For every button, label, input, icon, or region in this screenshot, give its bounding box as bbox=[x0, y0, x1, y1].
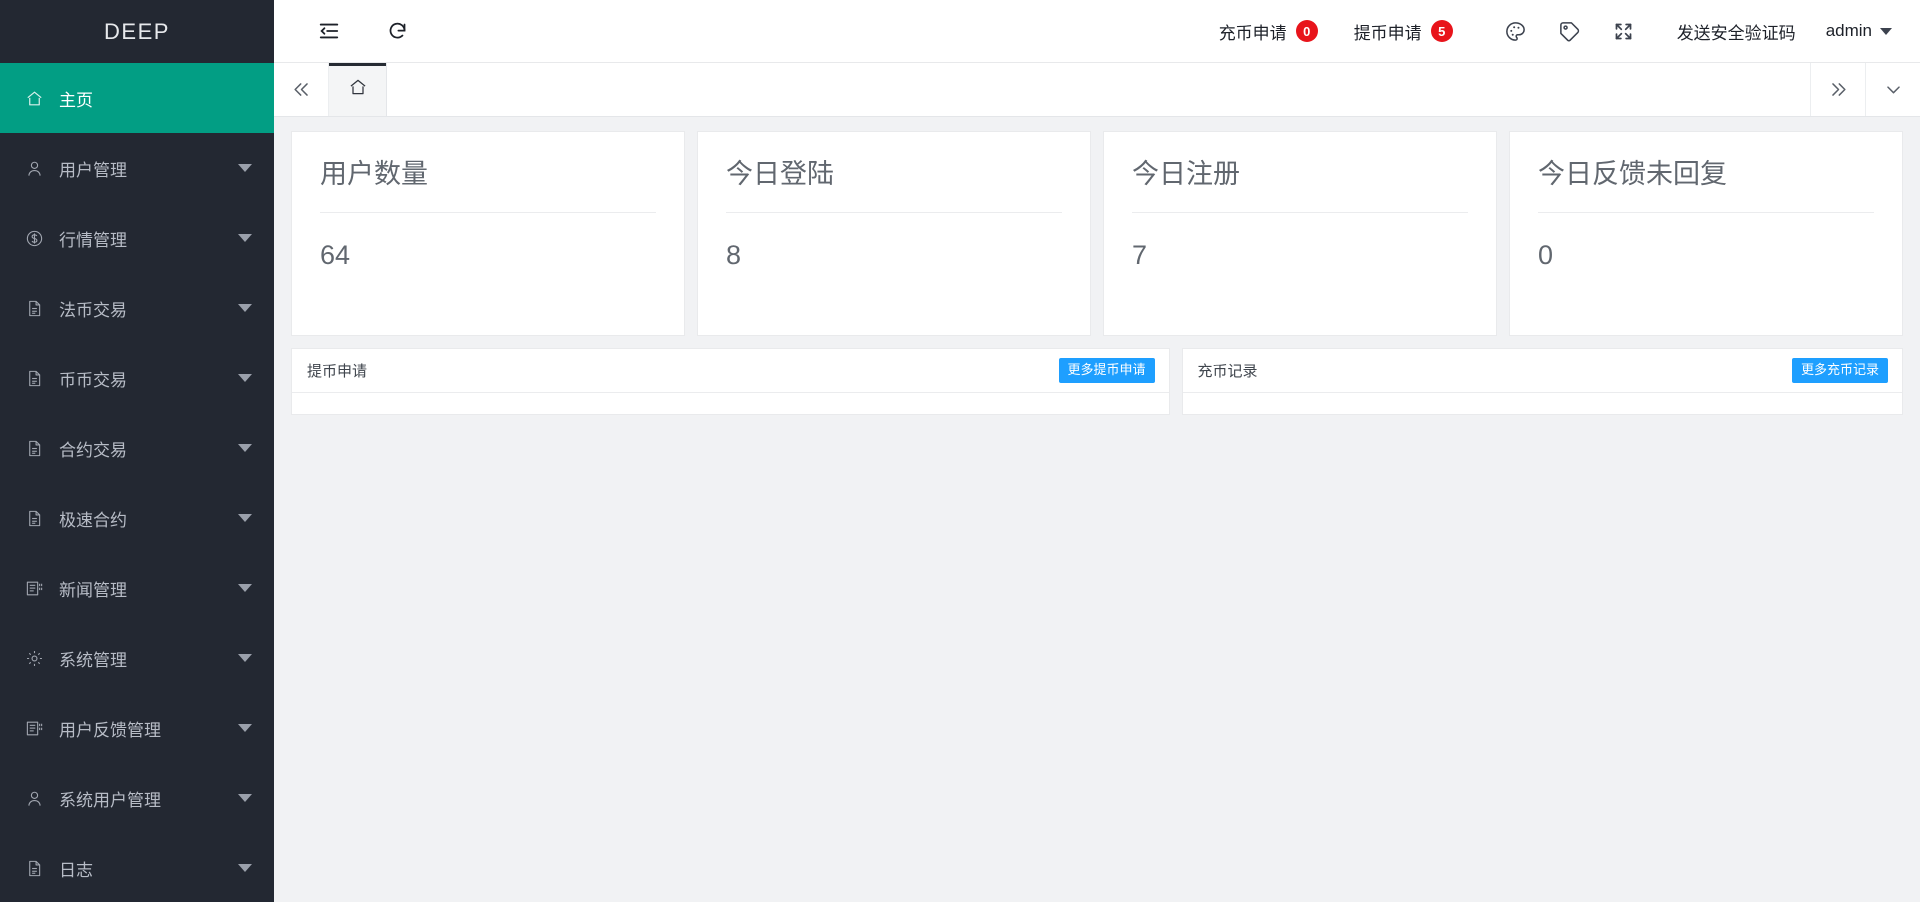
send-security-code-button[interactable]: 发送安全验证码 bbox=[1677, 19, 1796, 44]
sidebar-item-4[interactable]: 币币交易 bbox=[0, 343, 274, 413]
tab-bar bbox=[274, 63, 1920, 117]
chevron-down-icon bbox=[238, 794, 252, 802]
tag-icon[interactable] bbox=[1543, 8, 1597, 54]
sidebar-item-label: 新闻管理 bbox=[59, 580, 127, 600]
sidebar-item-label: 法币交易 bbox=[59, 300, 127, 320]
user-menu[interactable]: admin bbox=[1826, 21, 1898, 41]
tab-more-chevron-down-icon[interactable] bbox=[1865, 63, 1920, 116]
chevron-down-icon bbox=[238, 514, 252, 522]
sidebar: DEEP 主页用户管理行情管理法币交易币币交易合约交易极速合约新闻管理系统管理用… bbox=[0, 0, 274, 902]
withdraw-request-label: 提币申请 bbox=[1353, 23, 1422, 43]
document-icon bbox=[25, 299, 51, 318]
sidebar-item-7[interactable]: 新闻管理 bbox=[0, 553, 274, 623]
user-icon bbox=[25, 159, 51, 178]
fullscreen-icon[interactable] bbox=[1597, 8, 1651, 54]
stat-card-value: 7 bbox=[1132, 240, 1148, 271]
sidebar-item-label: 币币交易 bbox=[59, 370, 127, 390]
withdraw-panel-title: 提币申请 bbox=[307, 363, 368, 380]
more-deposit-records-button[interactable]: 更多充币记录 bbox=[1791, 358, 1888, 383]
gear-icon bbox=[25, 649, 51, 668]
document-icon bbox=[25, 859, 51, 878]
sidebar-item-1[interactable]: 用户管理 bbox=[0, 133, 274, 203]
stat-card-1: 今日登陆 8 bbox=[697, 131, 1091, 336]
deposit-request-link[interactable]: 充币申请 0 bbox=[1219, 19, 1318, 44]
sidebar-item-10[interactable]: 系统用户管理 bbox=[0, 763, 274, 833]
sidebar-item-label: 合约交易 bbox=[59, 440, 127, 460]
chevron-down-icon bbox=[238, 584, 252, 592]
sidebar-item-3[interactable]: 法币交易 bbox=[0, 273, 274, 343]
brand-name: DEEP bbox=[104, 18, 170, 44]
stat-card-title: 今日登陆 bbox=[726, 158, 1062, 214]
stat-card-value: 64 bbox=[320, 240, 351, 271]
withdraw-request-badge: 5 bbox=[1430, 20, 1453, 42]
stat-card-2: 今日注册 7 bbox=[1103, 131, 1497, 336]
stat-cards-row: 用户数量 64 今日登陆 8 今日注册 7 今日反馈未回复 0 bbox=[291, 131, 1903, 336]
chevron-down-icon bbox=[238, 444, 252, 452]
brand-logo[interactable]: DEEP bbox=[0, 0, 274, 63]
sidebar-item-9[interactable]: 用户反馈管理 bbox=[0, 693, 274, 763]
sidebar-item-label: 系统管理 bbox=[59, 650, 127, 670]
withdraw-request-panel: 提币申请 更多提币申请 bbox=[291, 348, 1170, 415]
app-root: DEEP 主页 用户管理 行情管理 法币交易 币币交易 合约交易 极速合约 新闻管理 系统管理用… bbox=[0, 0, 1920, 902]
stat-card-title: 用户数量 bbox=[320, 158, 656, 214]
stat-card-title: 今日注册 bbox=[1132, 158, 1468, 214]
sidebar-item-label: 行情管理 bbox=[59, 230, 127, 250]
dollar-icon bbox=[25, 229, 51, 248]
deposit-record-panel: 充币记录 更多充币记录 bbox=[1181, 348, 1903, 415]
sidebar-item-6[interactable]: 极速合约 bbox=[0, 483, 274, 553]
tab-bar-filler bbox=[387, 63, 1810, 116]
sidebar-item-2[interactable]: 行情管理 bbox=[0, 203, 274, 273]
tab-home[interactable] bbox=[329, 63, 387, 116]
home-icon bbox=[348, 77, 368, 102]
chevron-down-icon bbox=[238, 164, 252, 172]
document-icon bbox=[25, 509, 51, 528]
sidebar-item-11[interactable]: 日志 bbox=[0, 833, 274, 902]
sidebar-item-label: 日志 bbox=[59, 860, 93, 880]
document-icon bbox=[25, 439, 51, 458]
stat-card-0: 用户数量 64 bbox=[291, 131, 685, 336]
chevron-down-icon bbox=[238, 654, 252, 662]
sidebar-item-label: 极速合约 bbox=[59, 510, 127, 530]
home-icon bbox=[25, 89, 51, 108]
stat-card-title: 今日反馈未回复 bbox=[1538, 158, 1874, 214]
more-withdraw-requests-button[interactable]: 更多提币申请 bbox=[1058, 358, 1155, 383]
chevron-down-icon bbox=[238, 234, 252, 242]
sidebar-item-label: 用户管理 bbox=[59, 160, 127, 180]
user-name: admin bbox=[1825, 21, 1872, 40]
chevron-double-left-icon[interactable] bbox=[274, 63, 329, 116]
stat-card-value: 0 bbox=[1538, 240, 1554, 271]
top-header: 充币申请 0 提币申请 5 发送安全验证码 admin bbox=[274, 0, 1920, 63]
deposit-panel-title: 充币记录 bbox=[1197, 363, 1258, 380]
refresh-icon[interactable] bbox=[374, 8, 420, 54]
news-icon bbox=[25, 719, 51, 738]
withdraw-request-link[interactable]: 提币申请 5 bbox=[1354, 19, 1453, 44]
chevron-down-icon bbox=[238, 864, 252, 872]
withdraw-panel-header: 提币申请 更多提币申请 bbox=[292, 349, 1169, 393]
deposit-request-label: 充币申请 bbox=[1218, 23, 1287, 43]
panels-row: 提币申请 更多提币申请 充币记录 更多充币记录 bbox=[291, 348, 1903, 415]
main-area: 充币申请 0 提币申请 5 发送安全验证码 admin 用户数量 64 今日登陆… bbox=[274, 0, 1920, 902]
sidebar-nav: 主页用户管理行情管理法币交易币币交易合约交易极速合约新闻管理系统管理用户反馈管理… bbox=[0, 63, 274, 902]
chevron-double-right-icon[interactable] bbox=[1810, 63, 1865, 116]
stat-card-3: 今日反馈未回复 0 bbox=[1509, 131, 1903, 336]
chevron-down-icon bbox=[238, 374, 252, 382]
deposit-request-badge: 0 bbox=[1295, 20, 1318, 42]
palette-icon[interactable] bbox=[1489, 8, 1543, 54]
chevron-down-icon bbox=[238, 304, 252, 312]
sidebar-item-label: 系统用户管理 bbox=[59, 790, 161, 810]
dashboard-content: 用户数量 64 今日登陆 8 今日注册 7 今日反馈未回复 0 提币申请 更多提币申请 充币记… bbox=[274, 117, 1920, 902]
stat-card-value: 8 bbox=[726, 240, 742, 271]
chevron-down-icon bbox=[1880, 27, 1892, 35]
sidebar-item-8[interactable]: 系统管理 bbox=[0, 623, 274, 693]
menu-collapse-icon[interactable] bbox=[306, 8, 352, 54]
news-icon bbox=[25, 579, 51, 598]
sidebar-item-5[interactable]: 合约交易 bbox=[0, 413, 274, 483]
sidebar-item-label: 主页 bbox=[59, 90, 93, 110]
document-icon bbox=[25, 369, 51, 388]
user-icon bbox=[25, 789, 51, 808]
sidebar-item-0[interactable]: 主页 bbox=[0, 63, 274, 133]
deposit-panel-header: 充币记录 更多充币记录 bbox=[1182, 349, 1902, 393]
sidebar-item-label: 用户反馈管理 bbox=[59, 720, 161, 740]
chevron-down-icon bbox=[238, 724, 252, 732]
